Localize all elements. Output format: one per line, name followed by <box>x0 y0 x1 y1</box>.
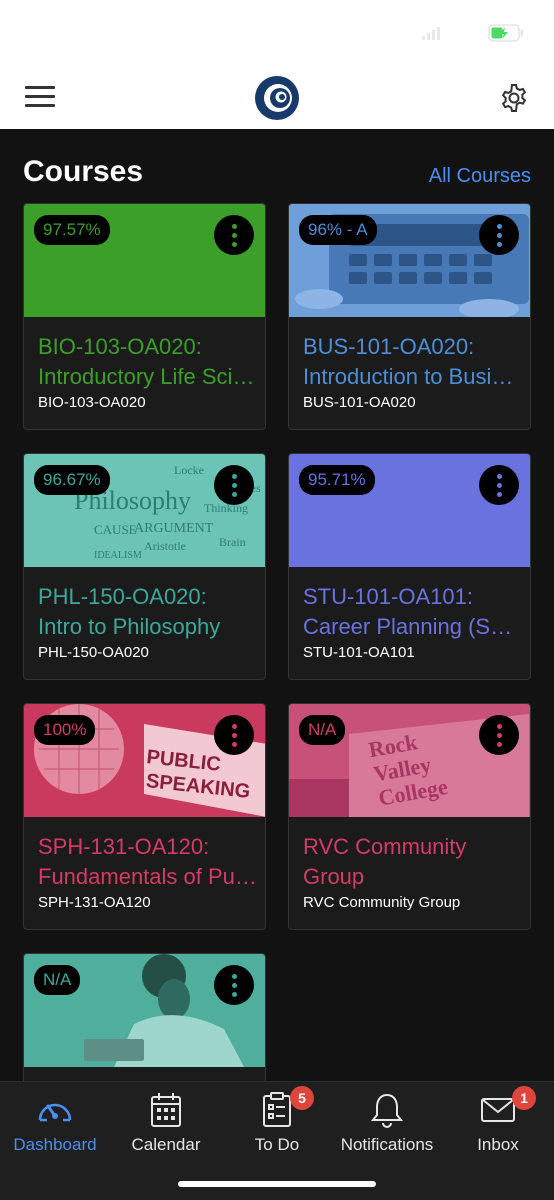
status-icons <box>422 24 524 42</box>
course-card-rvc-community[interactable]: Rock Valley College N/A RVC Community Gr… <box>288 703 531 930</box>
course-code: RVC Community Group <box>303 894 461 911</box>
signal-icon <box>422 26 440 40</box>
tab-label: Notifications <box>340 1135 434 1154</box>
dashboard-screen: 11:06 ◂ Messages Courses All Courses 97.… <box>0 0 554 1200</box>
course-title-line-1: PHL-150-OA020: <box>38 584 207 609</box>
course-code: BIO-103-OA020 <box>38 394 146 411</box>
back-to-messages[interactable]: ◂ Messages <box>18 43 107 63</box>
dashboard-icon <box>0 1090 110 1130</box>
course-title: BIO-103-OA020: Introductory Life Science <box>38 332 258 392</box>
course-title: PHL-150-OA020: Intro to Philosophy <box>38 582 258 642</box>
tab-label: Inbox <box>477 1135 519 1154</box>
more-options-icon[interactable] <box>214 715 254 755</box>
course-title-line-1: STU-101-OA101: <box>303 584 473 609</box>
grade-badge: 96% - A <box>299 215 377 245</box>
app-header: 11:06 ◂ Messages <box>0 0 554 129</box>
tab-label: Calendar <box>131 1135 201 1154</box>
course-title-line-2: Group <box>303 864 365 889</box>
svg-text:Brain: Brain <box>219 535 246 549</box>
svg-text:Aristotle: Aristotle <box>144 539 186 553</box>
all-courses-link[interactable]: All Courses <box>429 165 531 188</box>
grade-badge: 95.71% <box>299 465 375 495</box>
course-title-line-1: RVC Community <box>303 834 467 859</box>
grade-badge: N/A <box>34 965 81 995</box>
course-card-phl-150[interactable]: Philosophy ARGUMENT CAUSE Aristotle Lock… <box>23 453 266 680</box>
course-title-line-2: Fundamentals of Public Speaking <box>38 864 258 889</box>
course-card-bus-101[interactable]: 96% - A BUS-101-OA020: Introduction to B… <box>288 203 531 430</box>
course-title-line-1: SPH-131-OA120: <box>38 834 210 859</box>
tab-calendar[interactable]: Calendar <box>111 1090 221 1155</box>
courses-heading: Courses <box>23 155 144 188</box>
course-title-line-2: Introductory Life Science <box>38 364 258 389</box>
grade-badge: 100% <box>34 715 96 745</box>
inbox-badge: 1 <box>512 1086 536 1110</box>
tab-notifications[interactable]: Notifications <box>332 1090 442 1155</box>
course-title: RVC Community Group <box>303 832 523 892</box>
svg-text:Locke: Locke <box>174 463 204 477</box>
course-code: PHL-150-OA020 <box>38 644 149 661</box>
status-time: 11:06 <box>58 10 121 37</box>
more-options-icon[interactable] <box>214 465 254 505</box>
inbox-icon: 1 <box>443 1086 553 1130</box>
battery-icon <box>488 24 524 42</box>
calendar-icon <box>111 1090 221 1130</box>
todo-badge: 5 <box>290 1086 314 1110</box>
more-options-icon[interactable] <box>214 215 254 255</box>
svg-text:ARGUMENT: ARGUMENT <box>134 521 214 536</box>
tab-dashboard[interactable]: Dashboard <box>0 1090 110 1155</box>
course-card-bio-103[interactable]: 97.57% BIO-103-OA020: Introductory Life … <box>23 203 266 430</box>
hamburger-icon[interactable] <box>25 86 55 108</box>
bell-icon <box>332 1090 442 1130</box>
gear-icon[interactable] <box>499 83 529 113</box>
tab-label: To Do <box>254 1135 300 1154</box>
home-indicator <box>178 1181 376 1187</box>
course-code: STU-101-OA101 <box>303 644 415 661</box>
grade-badge: N/A <box>299 715 346 745</box>
todo-icon: 5 <box>222 1086 332 1130</box>
course-title: STU-101-OA101: Career Planning (STU) <box>303 582 523 642</box>
course-card-sph-131[interactable]: PUBLIC SPEAKING 100% SPH-131-OA120: Fund… <box>23 703 266 930</box>
course-code: SPH-131-OA120 <box>38 894 151 911</box>
app-logo <box>246 67 308 129</box>
more-options-icon[interactable] <box>479 715 519 755</box>
course-code: BUS-101-OA020 <box>303 394 416 411</box>
grade-badge: 97.57% <box>34 215 110 245</box>
tab-label: Dashboard <box>13 1135 97 1154</box>
course-title-line-1: BUS-101-OA020: <box>303 334 475 359</box>
course-title: SPH-131-OA120: Fundamentals of Public Sp… <box>38 832 258 892</box>
svg-text:IDEALISM: IDEALISM <box>94 550 142 561</box>
course-title-line-2: Introduction to Business <box>303 364 523 389</box>
course-card-stu-101[interactable]: 95.71% STU-101-OA101: Career Planning (S… <box>288 453 531 680</box>
more-options-icon[interactable] <box>214 965 254 1005</box>
wifi-icon <box>452 24 476 42</box>
svg-text:CAUSE: CAUSE <box>94 522 137 537</box>
tab-todo[interactable]: 5 To Do <box>222 1086 332 1155</box>
course-title: BUS-101-OA020: Introduction to Business <box>303 332 523 392</box>
more-options-icon[interactable] <box>479 215 519 255</box>
course-title-line-1: BIO-103-OA020: <box>38 334 202 359</box>
tab-inbox[interactable]: 1 Inbox <box>443 1086 553 1155</box>
grade-badge: 96.67% <box>34 465 110 495</box>
course-title-line-2: Intro to Philosophy <box>38 614 221 639</box>
course-title-line-2: Career Planning (STU) <box>303 614 523 639</box>
more-options-icon[interactable] <box>479 465 519 505</box>
